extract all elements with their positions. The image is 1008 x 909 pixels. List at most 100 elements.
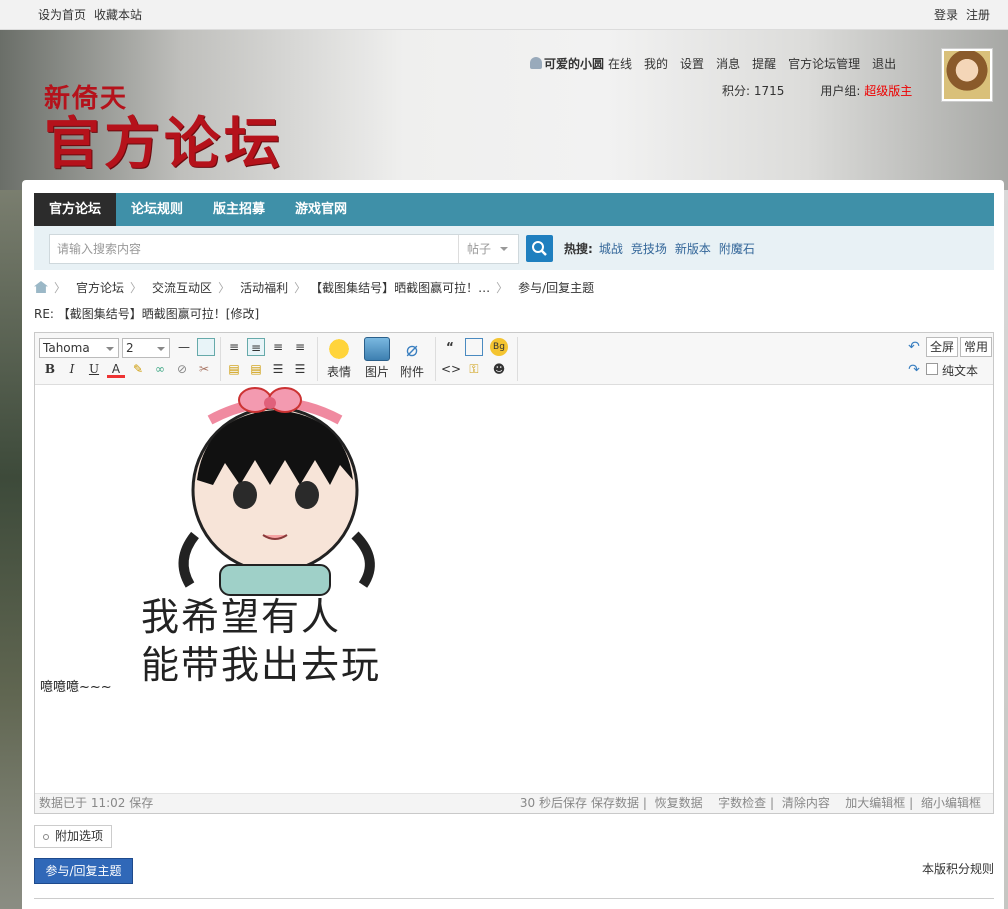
editor: Tahoma 2 — B I U A ✎ ∞ ⊘ ✂ ≡ ≡ ≡ ≡ ▤ ▤ ☰… [34,332,994,814]
home-icon[interactable] [34,281,48,293]
password-icon[interactable]: ⚿ [465,360,483,378]
justify-icon[interactable]: ≡ [291,338,309,356]
search-icon [532,241,547,256]
bookmark-link[interactable]: 收藏本站 [94,8,142,22]
logout-link[interactable]: 退出 [872,57,896,71]
float-left-icon[interactable]: ▤ [225,360,243,378]
clear-format-icon[interactable]: ✂ [195,360,213,378]
hot-link[interactable]: 附魔石 [719,242,755,256]
settings-link[interactable]: 设置 [680,57,704,71]
nav-moderator-recruit[interactable]: 版主招募 [198,193,280,226]
image-label: 图片 [364,365,389,379]
plaintext-checkbox[interactable] [926,363,938,375]
save-data-link[interactable]: 保存数据 [591,796,639,810]
user-bar: 可爱的小圆 在线 我的 设置 消息 提醒 官方论坛管理 退出 [530,55,908,72]
link-icon[interactable]: ∞ [151,360,169,378]
search-scope-value: 帖子 [467,242,492,256]
font-color-icon[interactable]: A [107,360,125,378]
divider [34,898,994,899]
size-select[interactable]: 2 [122,338,170,358]
hot-link[interactable]: 新版本 [675,242,711,256]
font-select[interactable]: Tahoma [39,338,119,358]
register-link[interactable]: 注册 [966,8,990,22]
image-button[interactable]: 图片 [360,337,394,380]
top-bar: 设为首页 收藏本站 登录 注册 [0,0,1008,30]
qq-icon[interactable]: ☻ [490,360,508,378]
breadcrumb-item[interactable]: 【截图集结号】晒截图赢可拉！… [316,281,490,295]
set-home-link[interactable]: 设为首页 [38,8,86,22]
hot-link[interactable]: 竞技场 [631,242,667,256]
mine-menu[interactable]: 我的 [644,57,668,71]
login-link[interactable]: 登录 [934,8,958,22]
messages-link[interactable]: 消息 [716,57,740,71]
restore-data-link[interactable]: 恢复数据 [655,796,703,810]
sticker-line1: 我希望有人 [141,595,342,639]
fullscreen-button[interactable]: 全屏 [926,337,959,357]
code-icon[interactable]: <> [441,360,461,378]
autosave-countdown: 30 秒后保存 [519,796,587,810]
plaintext-label: 纯文本 [942,364,979,378]
divider [435,337,436,381]
breadcrumb-item[interactable]: 活动福利 [240,281,288,295]
italic-icon[interactable]: I [63,360,81,378]
ordered-list-icon[interactable]: ☰ [269,360,287,378]
align-center-icon[interactable]: ≡ [247,338,265,356]
user-icon [530,57,542,69]
nav-game-site[interactable]: 游戏官网 [280,193,362,226]
avatar[interactable] [941,48,993,102]
username-link[interactable]: 可爱的小圆 [544,57,604,71]
paperclip-icon: ⌀ [405,337,419,361]
common-button[interactable]: 常用 [960,337,993,357]
redo-icon[interactable]: ↷ [905,361,923,379]
points-display[interactable]: 积分: 1715 [722,84,784,98]
unordered-list-icon[interactable]: ☰ [291,360,309,378]
sticker-line2: 能带我出去玩 [141,643,382,687]
breadcrumb-current: 参与/回复主题 [518,281,595,295]
editor-content[interactable]: 我希望有人 能带我出去玩 噫噫噫~~~ [35,385,993,793]
background-icon[interactable]: Bg [490,338,508,356]
attach-options-button[interactable]: 附加选项 [34,825,113,848]
bold-icon[interactable]: B [41,360,59,378]
quote-icon[interactable]: “ [441,338,459,356]
nav-forum-rules[interactable]: 论坛规则 [116,193,198,226]
highlight-icon[interactable]: ✎ [129,360,147,378]
breadcrumb-item[interactable]: 交流互动区 [152,281,212,295]
usergroup-value[interactable]: 超级版主 [864,84,912,98]
logo-title[interactable]: 官方论坛 [44,112,284,176]
remind-link[interactable]: 提醒 [752,57,776,71]
float-right-icon[interactable]: ▤ [247,360,265,378]
divider [220,337,221,381]
breadcrumb-item[interactable]: 官方论坛 [76,281,124,295]
enlarge-editor-link[interactable]: 加大编辑框 [845,796,905,810]
nav-official-forum[interactable]: 官方论坛 [34,193,117,226]
search-bar: 请输入搜索内容 帖子 热搜: 城战 竞技场 新版本 附魔石 [34,226,994,270]
save-status: 数据已于 11:02 保存 [39,796,154,810]
attachment-button[interactable]: ⌀ 附件 [395,337,429,380]
score-rules-link[interactable]: 本版积分规则 [922,860,994,877]
word-count-link[interactable]: 字数检查 [718,796,766,810]
table-icon[interactable] [197,338,215,356]
search-button[interactable] [526,235,553,262]
logo-subtitle: 新倚天 [44,84,129,114]
hot-search-label: 热搜: [564,242,593,256]
underline-icon[interactable]: U [85,360,103,378]
undo-icon[interactable]: ↶ [905,338,923,356]
image-icon [364,337,390,361]
align-left-icon[interactable]: ≡ [225,338,243,356]
circle-icon [43,834,49,840]
search-input[interactable]: 请输入搜索内容 帖子 [49,234,519,264]
code-block-icon[interactable] [465,338,483,356]
divider [317,337,318,381]
unlink-icon[interactable]: ⊘ [173,360,191,378]
hot-link[interactable]: 城战 [599,242,623,256]
align-right-icon[interactable]: ≡ [269,338,287,356]
emoji-button[interactable]: 表情 [322,337,356,380]
editor-status-bar: 数据已于 11:02 保存 30 秒后保存 保存数据 | 恢复数据 字数检查 | … [35,793,993,813]
shrink-editor-link[interactable]: 缩小编辑框 [921,796,981,810]
clear-content-link[interactable]: 清除内容 [782,796,830,810]
hr-icon[interactable]: — [175,338,193,356]
admin-link[interactable]: 官方论坛管理 [788,57,860,71]
search-scope-select[interactable]: 帖子 [458,235,518,263]
submit-reply-button[interactable]: 参与/回复主题 [34,858,133,884]
smiley-icon [326,337,352,361]
